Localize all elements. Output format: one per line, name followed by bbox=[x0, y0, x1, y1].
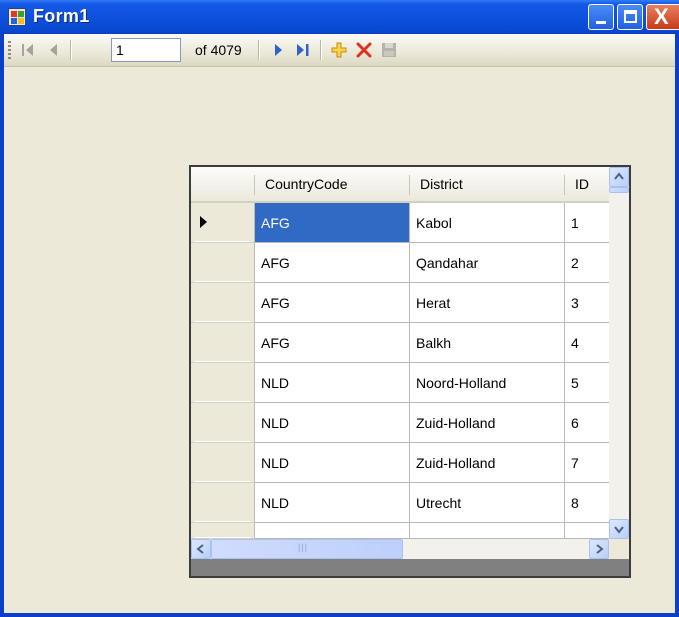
chevron-up-icon bbox=[614, 172, 624, 180]
table-cell-district[interactable]: Herat bbox=[410, 283, 565, 323]
chevron-down-icon bbox=[614, 526, 624, 534]
minimize-icon bbox=[596, 21, 606, 24]
table-cell-district[interactable]: Noord-Holland bbox=[410, 363, 565, 403]
table-cell-countrycode[interactable]: NLD bbox=[255, 443, 410, 483]
column-header-label: ID bbox=[575, 176, 589, 192]
binding-navigator-toolbar: of 4079 bbox=[4, 34, 675, 67]
column-header-district[interactable]: District bbox=[410, 167, 565, 203]
row-header[interactable] bbox=[191, 523, 255, 539]
chevron-left-icon bbox=[196, 544, 204, 554]
row-header[interactable] bbox=[191, 243, 255, 283]
form-client-area: of 4079 bbox=[4, 34, 675, 613]
scrollbar-corner bbox=[609, 539, 629, 559]
row-header[interactable] bbox=[191, 283, 255, 323]
row-header[interactable] bbox=[191, 323, 255, 363]
toolbar-separator bbox=[70, 40, 72, 60]
close-button[interactable]: X bbox=[646, 4, 679, 30]
move-first-icon[interactable] bbox=[19, 41, 37, 59]
minimize-button[interactable] bbox=[588, 4, 614, 30]
form1-window: Form1 X of 4079 bbox=[0, 0, 679, 617]
maximize-button[interactable] bbox=[617, 4, 643, 30]
scroll-down-button[interactable] bbox=[609, 519, 629, 539]
toolbar-grip[interactable] bbox=[8, 41, 11, 59]
row-header[interactable] bbox=[191, 203, 255, 243]
table-cell-district[interactable]: Balkh bbox=[410, 323, 565, 363]
move-last-icon[interactable] bbox=[294, 41, 312, 59]
column-header-countrycode[interactable]: CountryCode bbox=[255, 167, 410, 203]
table-cell-district[interactable]: Qandahar bbox=[410, 243, 565, 283]
move-previous-icon[interactable] bbox=[45, 41, 63, 59]
table-cell-district[interactable]: Zuid-Holland bbox=[410, 443, 565, 483]
column-header-label: District bbox=[420, 176, 463, 192]
delete-icon[interactable] bbox=[355, 41, 373, 59]
save-icon[interactable] bbox=[380, 41, 398, 59]
add-new-icon[interactable] bbox=[330, 41, 348, 59]
window-title: Form1 bbox=[33, 6, 90, 26]
table-cell-district[interactable]: Utrecht bbox=[410, 483, 565, 523]
table-cell-district[interactable]: Zuid-Holland bbox=[410, 403, 565, 443]
horizontal-scroll-thumb[interactable]: ||| bbox=[211, 539, 403, 559]
form-icon bbox=[8, 8, 26, 26]
data-grid[interactable]: CountryCode District ID AFG Kabol 1 AFG … bbox=[189, 165, 631, 578]
table-cell-countrycode[interactable]: NLD bbox=[255, 483, 410, 523]
top-left-header-cell[interactable] bbox=[191, 167, 255, 203]
toolbar-separator bbox=[320, 40, 322, 60]
close-icon: X bbox=[654, 4, 669, 29]
move-next-icon[interactable] bbox=[269, 41, 287, 59]
toolbar-separator bbox=[258, 40, 260, 60]
table-cell-countrycode[interactable] bbox=[255, 523, 410, 539]
vertical-scroll-thumb[interactable] bbox=[609, 187, 629, 193]
row-header[interactable] bbox=[191, 363, 255, 403]
table-cell-district[interactable] bbox=[410, 523, 565, 539]
table-cell-countrycode[interactable]: NLD bbox=[255, 403, 410, 443]
current-row-indicator-icon bbox=[200, 216, 207, 228]
column-header-label: CountryCode bbox=[265, 176, 348, 192]
chevron-right-icon bbox=[596, 544, 604, 554]
table-cell-countrycode[interactable]: AFG bbox=[255, 323, 410, 363]
position-input[interactable] bbox=[111, 38, 181, 62]
scroll-right-button[interactable] bbox=[589, 539, 609, 559]
title-bar[interactable]: Form1 X bbox=[0, 0, 679, 34]
table-cell-countrycode[interactable]: AFG bbox=[255, 283, 410, 323]
vertical-scrollbar[interactable] bbox=[609, 167, 629, 539]
table-cell-district[interactable]: Kabol bbox=[410, 203, 565, 243]
maximize-icon bbox=[624, 10, 637, 23]
scroll-left-button[interactable] bbox=[191, 539, 211, 559]
record-count-label: of 4079 bbox=[195, 42, 242, 58]
scroll-up-button[interactable] bbox=[609, 167, 629, 187]
table-cell-countrycode[interactable]: AFG bbox=[255, 203, 410, 243]
row-header[interactable] bbox=[191, 483, 255, 523]
row-header[interactable] bbox=[191, 443, 255, 483]
table-cell-countrycode[interactable]: NLD bbox=[255, 363, 410, 403]
row-header[interactable] bbox=[191, 403, 255, 443]
scroll-grip-icon: ||| bbox=[298, 542, 309, 552]
table-cell-countrycode[interactable]: AFG bbox=[255, 243, 410, 283]
